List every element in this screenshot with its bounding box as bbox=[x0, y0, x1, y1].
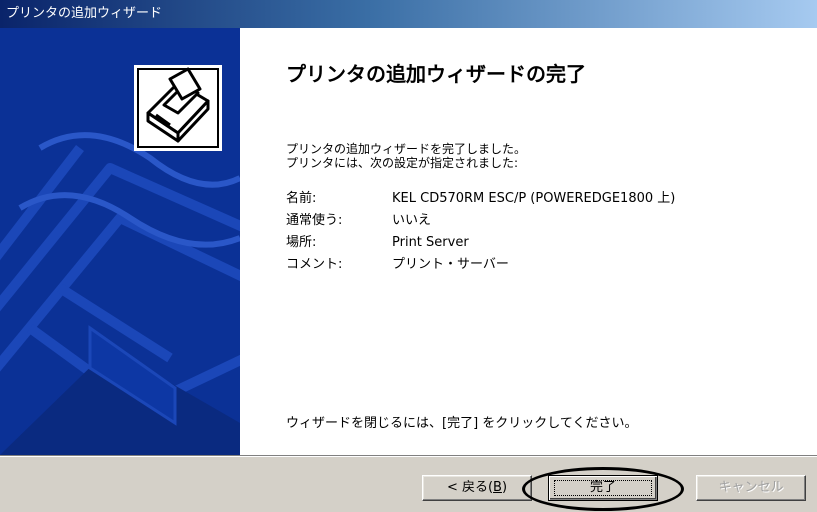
intro-text: プリンタの追加ウィザードを完了しました。 プリンタには、次の設定が指定されました… bbox=[286, 142, 526, 170]
wizard-banner bbox=[0, 28, 240, 455]
setting-value-name: KEL CD570RM ESC/P (POWEREDGE1800 上) bbox=[392, 191, 676, 206]
setting-label-default: 通常使う: bbox=[286, 213, 343, 228]
finish-button-label: 完了 bbox=[589, 480, 616, 495]
setting-label-comment: コメント: bbox=[286, 257, 343, 272]
title-bar[interactable]: プリンタの追加ウィザード bbox=[0, 0, 817, 28]
wizard-content: プリンタの追加ウィザードの完了 プリンタの追加ウィザードを完了しました。 プリン… bbox=[240, 28, 817, 455]
page-title: プリンタの追加ウィザードの完了 bbox=[286, 62, 586, 86]
finish-button[interactable]: 完了 bbox=[548, 475, 658, 501]
back-button[interactable]: < 戻る(B) bbox=[422, 475, 532, 501]
back-button-suffix: ) bbox=[501, 480, 508, 495]
back-button-accel: B bbox=[493, 480, 502, 495]
back-button-label: < 戻る( bbox=[446, 480, 494, 495]
setting-value-default: いいえ bbox=[392, 213, 432, 228]
setting-label-name: 名前: bbox=[286, 191, 317, 206]
wizard-window: プリンタの追加ウィザード プリンタの追加ウィザードの完了 プリンタの追加ウィザー… bbox=[0, 0, 817, 512]
setting-value-location: Print Server bbox=[392, 235, 469, 250]
intro-line-2: プリンタには、次の設定が指定されました: bbox=[286, 156, 519, 170]
printer-icon bbox=[134, 65, 222, 151]
window-title: プリンタの追加ウィザード bbox=[6, 6, 163, 21]
cancel-button-label: キャンセル bbox=[718, 480, 784, 495]
setting-label-location: 場所: bbox=[286, 235, 317, 250]
divider bbox=[0, 455, 817, 457]
cancel-button[interactable]: キャンセル bbox=[696, 475, 806, 501]
setting-value-comment: プリント・サーバー bbox=[392, 257, 509, 272]
close-instruction: ウィザードを閉じるには、[完了] をクリックしてください。 bbox=[286, 416, 638, 431]
intro-line-1: プリンタの追加ウィザードを完了しました。 bbox=[286, 142, 527, 156]
